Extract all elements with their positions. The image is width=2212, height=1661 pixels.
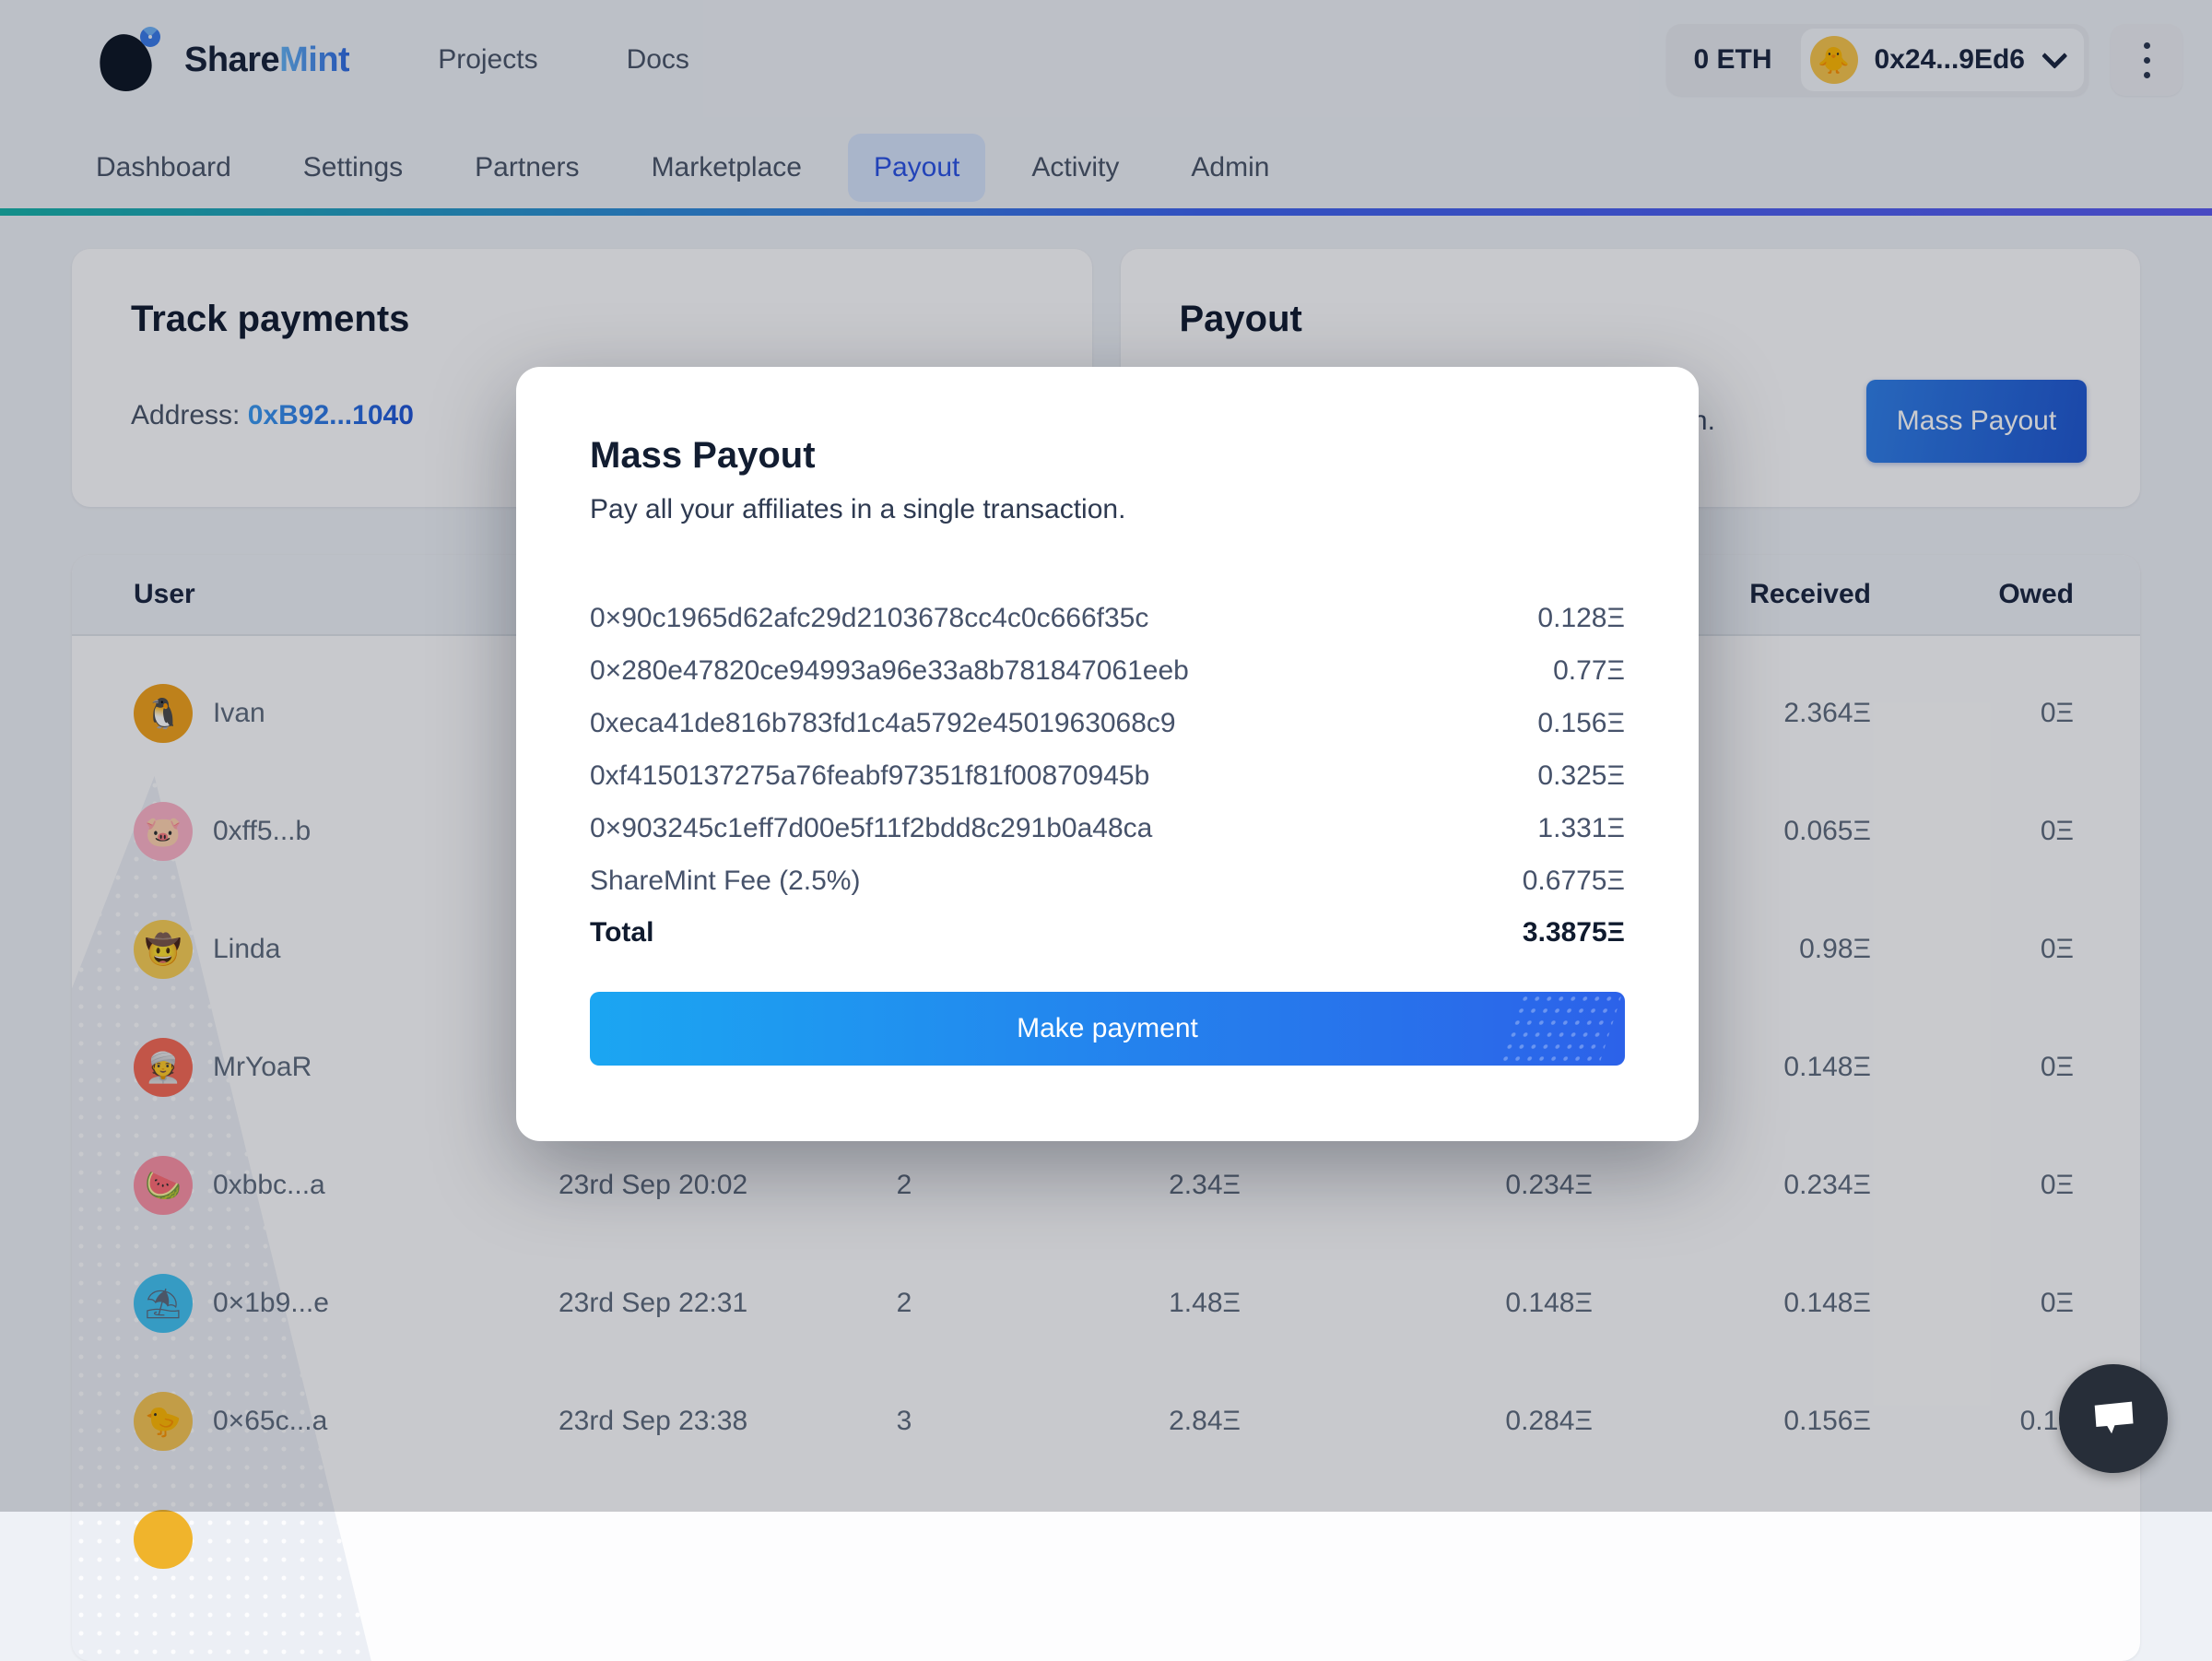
total-label: Total [590,917,653,948]
chat-widget-button[interactable] [2059,1364,2168,1473]
payout-row: 0×90c1965d62afc29d2103678cc4c0c666f35c 0… [590,592,1625,644]
button-texture [1496,992,1625,1066]
fee-amount: 0.6775Ξ [1523,866,1625,897]
payout-total-row: Total 3.3875Ξ [590,907,1625,959]
payout-address: 0xf4150137275a76feabf97351f81f00870945b [590,760,1149,792]
modal-title: Mass Payout [590,433,1625,477]
fee-label: ShareMint Fee (2.5%) [590,866,860,897]
payout-row: 0xeca41de816b783fd1c4a5792e4501963068c9 … [590,697,1625,749]
total-amount: 3.3875Ξ [1523,917,1625,948]
modal-subtitle: Pay all your affiliates in a single tran… [590,492,1625,527]
payout-fee-row: ShareMint Fee (2.5%) 0.6775Ξ [590,854,1625,907]
payout-row: 0xf4150137275a76feabf97351f81f00870945b … [590,749,1625,802]
user-avatar [134,1510,193,1569]
payout-list: 0×90c1965d62afc29d2103678cc4c0c666f35c 0… [590,592,1625,959]
payout-address: 0×90c1965d62afc29d2103678cc4c0c666f35c [590,603,1148,634]
payout-amount: 0.156Ξ [1537,708,1625,739]
payout-amount: 0.128Ξ [1537,603,1625,634]
payout-row: 0×903245c1eff7d00e5f11f2bdd8c291b0a48ca … [590,802,1625,854]
payout-amount: 0.325Ξ [1537,760,1625,792]
payout-address: 0×280e47820ce94993a96e33a8b781847061eeb [590,655,1189,687]
mass-payout-modal: Mass Payout Pay all your affiliates in a… [516,367,1699,1141]
payout-address: 0xeca41de816b783fd1c4a5792e4501963068c9 [590,708,1176,739]
chat-bubble-icon [2087,1392,2140,1445]
payout-address: 0×903245c1eff7d00e5f11f2bdd8c291b0a48ca [590,813,1152,844]
make-payment-button[interactable]: Make payment [590,992,1625,1066]
payout-row: 0×280e47820ce94993a96e33a8b781847061eeb … [590,644,1625,697]
payout-amount: 1.331Ξ [1537,813,1625,844]
payout-amount: 0.77Ξ [1553,655,1625,687]
